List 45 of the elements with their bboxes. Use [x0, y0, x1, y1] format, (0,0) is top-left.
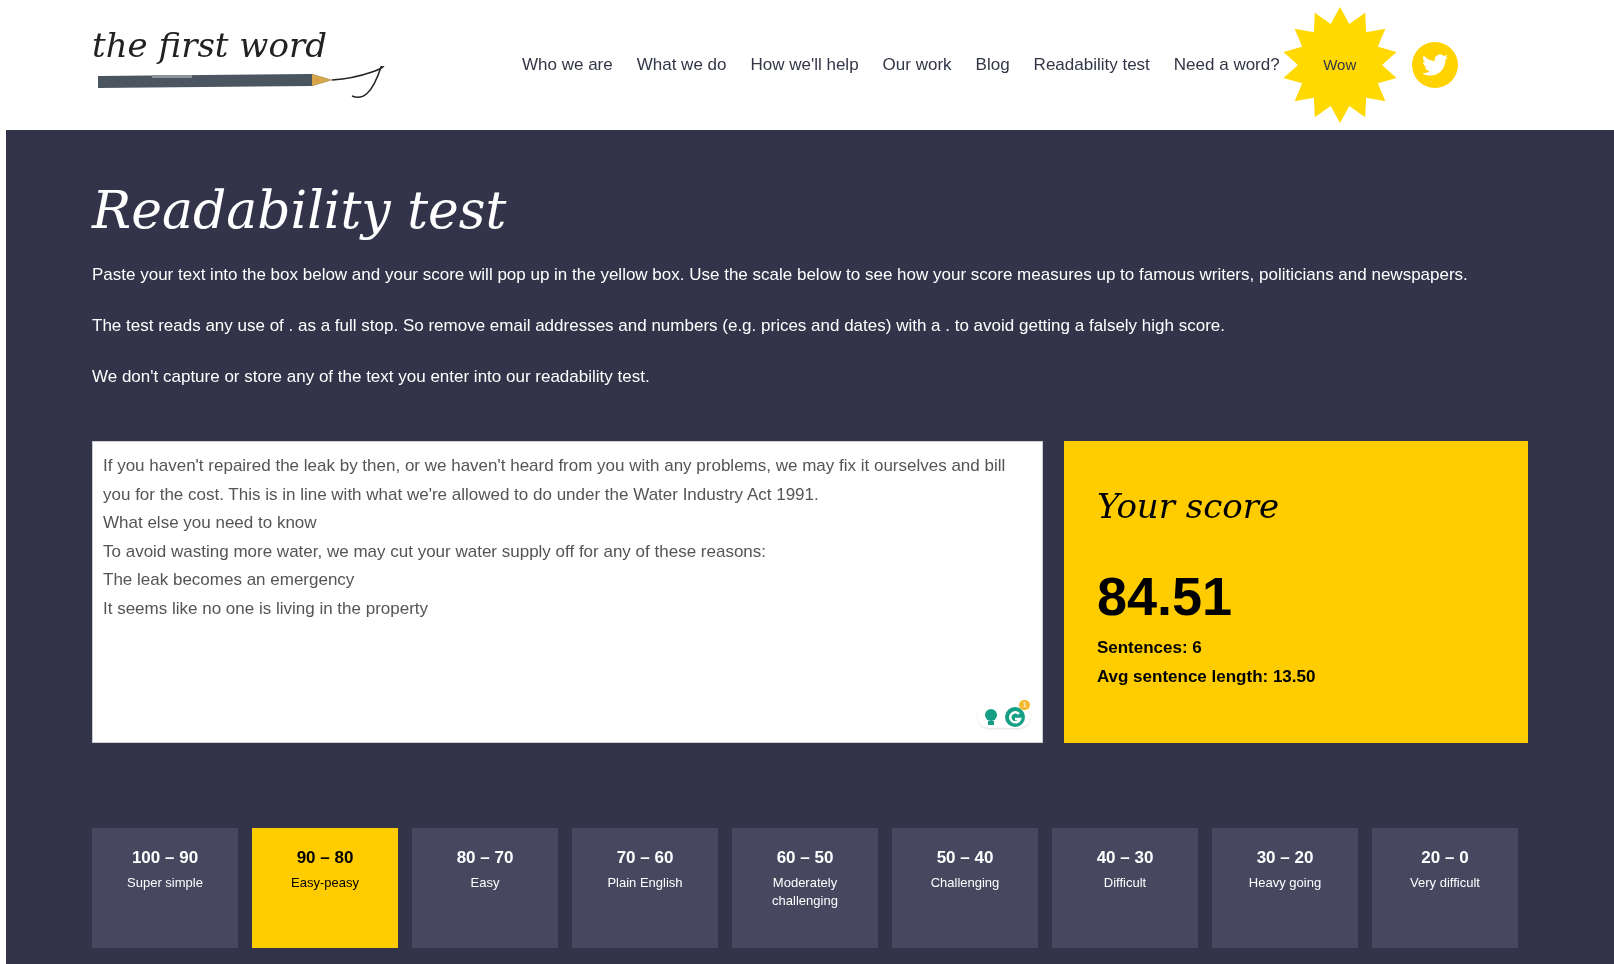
band-range: 40 – 30	[1096, 848, 1154, 868]
band-label: Plain English	[606, 874, 684, 892]
nav-link[interactable]: Who we are	[522, 52, 613, 78]
bird-icon	[1421, 52, 1448, 78]
intro-paragraph: The test reads any use of . as a full stop. So remove email addresses and numbers (e.g. prices and dates) with a . to avoid getting a falsely high score.	[92, 315, 1226, 337]
band-label: Heavy going	[1247, 874, 1323, 892]
nav-link[interactable]: Our work	[882, 52, 952, 78]
band-range: 100 – 90	[131, 848, 199, 868]
band-range: 50 – 40	[936, 848, 994, 868]
band-range: 20 – 0	[1421, 848, 1469, 868]
wow-link[interactable]: Wow	[1323, 53, 1357, 77]
input-text-line: The leak becomes an emergency	[103, 569, 356, 591]
input-text-line: What else you need to know	[103, 512, 318, 534]
logo-text[interactable]: the first word	[92, 28, 327, 62]
sentence-count: Sentences: 6	[1096, 637, 1203, 659]
input-text-line: It seems like no one is living in the property	[103, 597, 430, 620]
band-label: Difficult	[1102, 874, 1148, 892]
band-label: Moderately challenging	[771, 874, 839, 910]
band-range: 80 – 70	[456, 848, 514, 868]
score-value: 84.51	[1096, 565, 1234, 628]
band-label: Challenging	[929, 874, 1001, 892]
grammar-assistant-icon[interactable]	[1003, 706, 1026, 728]
band-range: 70 – 60	[616, 848, 674, 868]
intro-paragraph: We don't capture or store any of the text you enter into our readability test.	[92, 366, 651, 388]
nav-link[interactable]: What we do	[636, 52, 727, 78]
band-label: Easy	[469, 874, 501, 892]
band-label: Very difficult	[1409, 874, 1481, 892]
nav-link[interactable]: Need a word?	[1173, 52, 1280, 78]
average-sentence-length: Avg sentence length: 13.50	[1096, 666, 1317, 688]
text-input-field[interactable]	[92, 441, 1043, 743]
band-range: 60 – 50	[776, 848, 834, 868]
band-range: 90 – 80	[296, 848, 354, 868]
starburst-icon	[1281, 7, 1398, 123]
page-title: Readability test	[92, 179, 508, 242]
input-text-line: To avoid wasting more water, we may cut your water supply off for any of these reasons:	[103, 540, 767, 563]
nav-link[interactable]: How we'll help	[750, 52, 859, 78]
nav-link[interactable]: Readability test	[1033, 52, 1150, 78]
nav-link[interactable]: Blog	[975, 52, 1010, 78]
score-heading: Your score	[1096, 485, 1281, 528]
notification-count: 1	[1019, 700, 1030, 710]
input-text-line: If you haven't repaired the leak by then, or we haven't heard from you with any problems, we may fix it ourselves and bill you for the cost. This is in line with what we're allowed to do under the Water Industry Act 1991.	[103, 455, 1007, 506]
band-label: Easy-peasy	[290, 874, 360, 892]
band-range: 30 – 20	[1256, 848, 1314, 868]
intro-paragraph: Paste your text into the box below and your score will pop up in the yellow box. Use the scale below to see how your score measures up to famous writers, politicians and newspapers.	[92, 264, 1469, 286]
band-label: Super simple	[126, 874, 204, 892]
